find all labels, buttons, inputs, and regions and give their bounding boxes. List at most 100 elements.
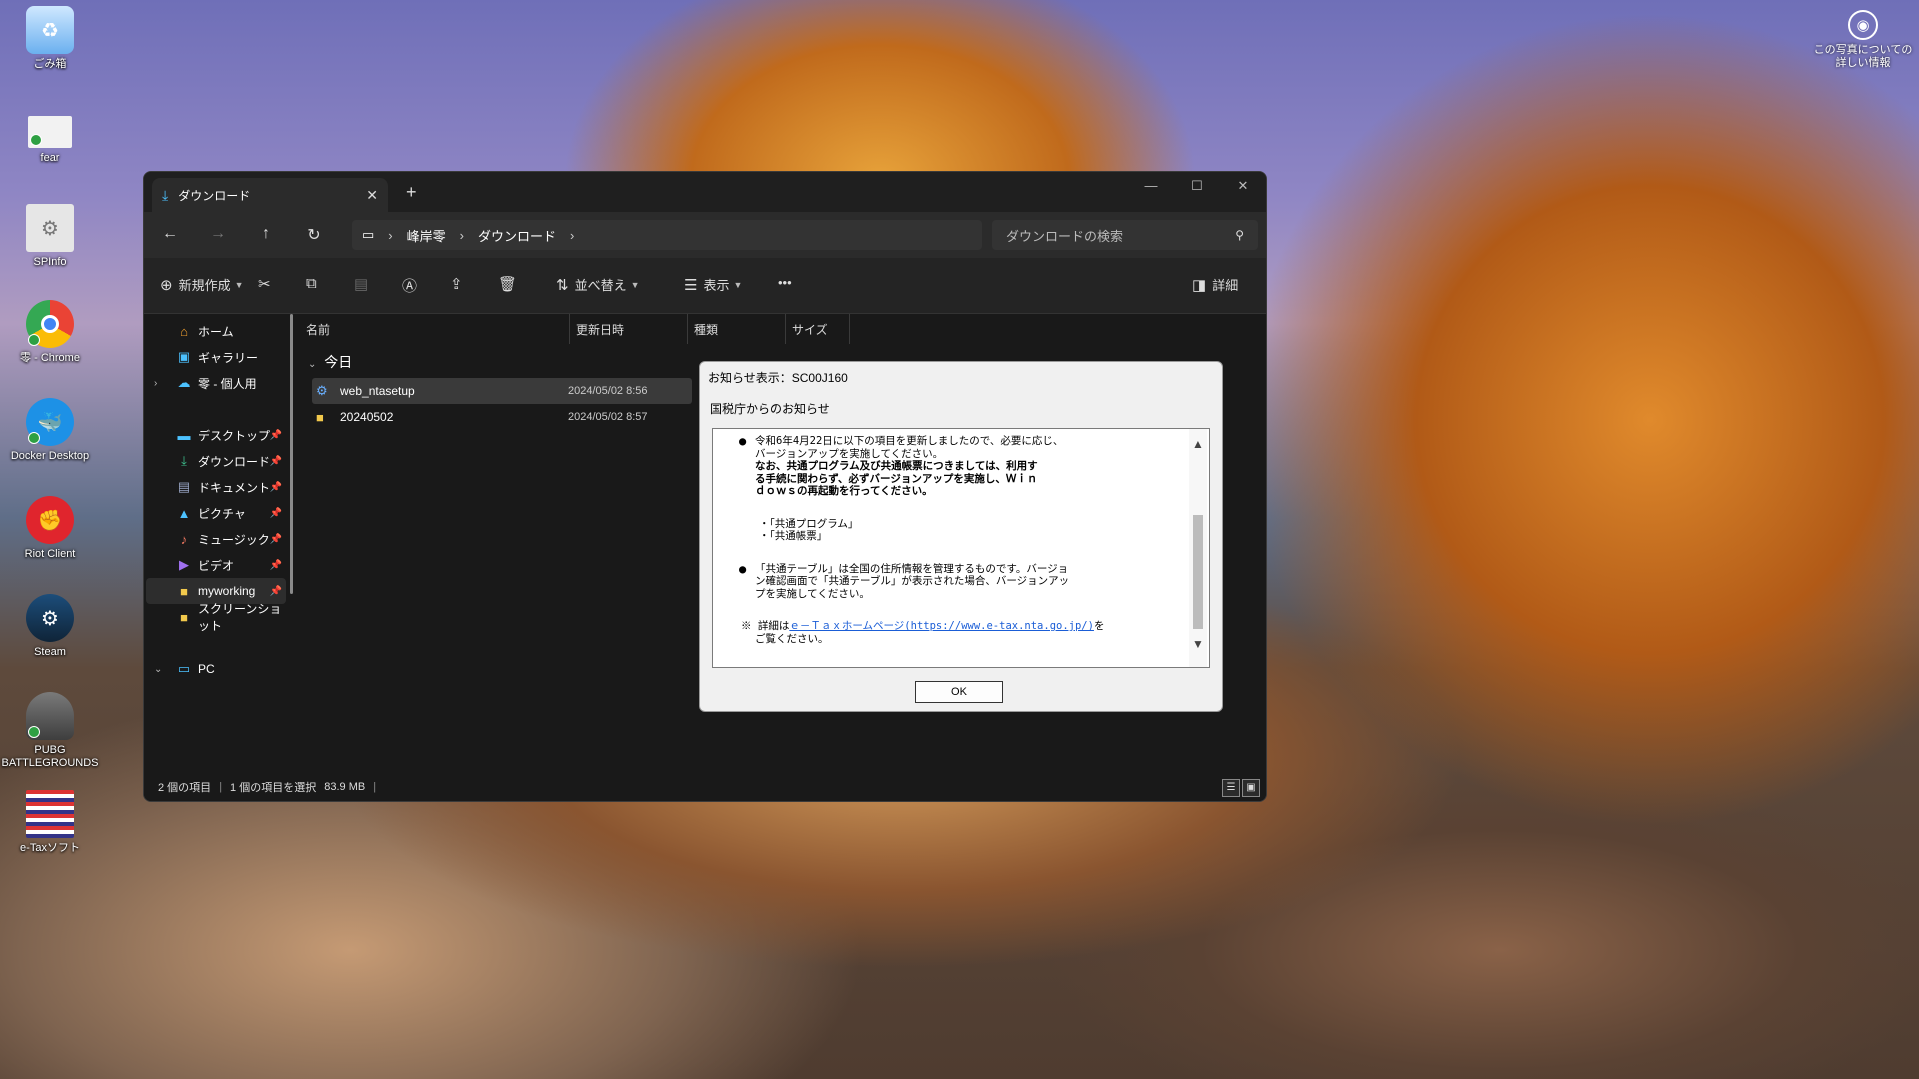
desktop-icon-chrome[interactable]: 零 - Chrome	[6, 300, 94, 380]
scissors-icon: ✂	[258, 276, 271, 293]
column-header-name[interactable]: 名前	[300, 314, 570, 344]
rename-icon: Ⓐ	[402, 278, 418, 295]
address-bar[interactable]: ▭ › 峰岸零 › ダウンロード ›	[352, 220, 982, 250]
plus-circle-icon: ⊕	[160, 276, 173, 294]
desktop-icon-pubg[interactable]: PUBG BATTLEGROUNDS	[2, 692, 99, 772]
sidebar-item-pictures[interactable]: ▲ ピクチャ 📌	[146, 500, 286, 526]
notice-list-item: ・「共通プログラム」	[759, 517, 859, 530]
sidebar-item-pc[interactable]: ⌄ ▭ PC	[146, 656, 286, 682]
sort-button[interactable]: ⇅ 並べ替え ▼	[556, 275, 640, 294]
details-view-button[interactable]: ☰	[1222, 779, 1240, 797]
navigation-bar: ← → ↑ ↻ ▭ › 峰岸零 › ダウンロード › ダウンロードの検索 ⚲	[144, 212, 1266, 258]
desktop-icon-riot[interactable]: ✊ Riot Client	[6, 496, 94, 576]
status-bar: 2 個の項目 | 1 個の項目を選択 83.9 MB | ☰ ▣	[144, 773, 1266, 801]
file-row[interactable]: ⚙ web_ntasetup 2024/05/02 8:56	[312, 378, 692, 404]
trash-icon: 🗑	[498, 276, 518, 293]
maximize-button[interactable]: ☐	[1174, 178, 1220, 194]
view-button[interactable]: ☰ 表示 ▼	[684, 275, 742, 294]
desktop-icon-label: ごみ箱	[33, 58, 67, 70]
desktop-icon-fear[interactable]: fear	[6, 116, 94, 196]
up-button[interactable]: ↑	[254, 225, 278, 243]
chevron-down-icon: ⌄	[308, 359, 317, 370]
forward-button[interactable]: →	[206, 225, 230, 243]
sync-check-icon	[28, 726, 40, 738]
column-header-type[interactable]: 種類	[688, 314, 786, 344]
refresh-button[interactable]: ↻	[302, 225, 326, 245]
details-pane-button[interactable]: ◨ 詳細	[1192, 275, 1238, 294]
sidebar-item-downloads[interactable]: ⤓ ダウンロード 📌	[146, 448, 286, 474]
more-icon: •••	[778, 275, 792, 290]
breadcrumb-downloads[interactable]: ダウンロード	[478, 226, 556, 245]
file-name: web_ntasetup	[340, 384, 415, 398]
tab-downloads[interactable]: ⤓ ダウンロード ✕	[152, 178, 388, 212]
desktop-icon-label: Docker Desktop	[10, 450, 90, 462]
sidebar-label: ミュージック	[198, 532, 270, 547]
sidebar-item-desktop[interactable]: ▬ デスクトップ 📌	[146, 422, 286, 448]
desktop-icon-etax[interactable]: e-Taxソフト	[6, 790, 94, 870]
chevron-right-icon[interactable]: ›	[154, 378, 157, 389]
sidebar-item-videos[interactable]: ▶ ビデオ 📌	[146, 552, 286, 578]
notice-line: ン確認画面で「共通テーブル」が表示された場合、バージョンアッ	[755, 575, 1070, 587]
scroll-thumb[interactable]	[1193, 515, 1203, 629]
divider: |	[373, 781, 377, 793]
desktop-icon-docker[interactable]: 🐳 Docker Desktop	[6, 398, 94, 478]
tiles-view-button[interactable]: ▣	[1242, 779, 1260, 797]
sidebar-label: ビデオ	[198, 558, 235, 573]
photo-info-button[interactable]: ◉ この写真についての詳しい情報	[1810, 10, 1916, 70]
folder-icon: ■	[316, 409, 324, 425]
breadcrumb-user[interactable]: 峰岸零	[407, 226, 446, 245]
notice-text-area[interactable]: ● 令和6年4月22日に以下の項目を更新しましたので、必要に応じ、 バージョンア…	[712, 428, 1210, 668]
note-prefix: ※ 詳細は	[741, 620, 790, 632]
sidebar-item-onedrive[interactable]: › ☁ 零 - 個人用	[146, 370, 286, 396]
note-suffix: を	[1093, 620, 1105, 632]
sidebar-item-home[interactable]: ⌂ ホーム	[146, 318, 286, 344]
ok-button[interactable]: OK	[915, 681, 1003, 703]
notice-line-bold: ｄｏｗｓの再起動を行ってください。	[755, 485, 933, 497]
group-header-today[interactable]: ⌄ 今日	[308, 352, 352, 372]
more-options-button[interactable]: •••	[778, 275, 792, 290]
sidebar-scrollbar[interactable]	[290, 314, 293, 594]
scroll-down-icon[interactable]: ▼	[1192, 637, 1204, 651]
sidebar-label: スクリーンショット	[198, 602, 282, 633]
etax-homepage-link[interactable]: ｅ－Ｔａｘホームページ(https://www.e-tax.nta.go.jp/…	[789, 620, 1094, 632]
group-label: 今日	[324, 354, 353, 370]
bullet-icon: ●	[739, 434, 747, 448]
dialog-scrollbar[interactable]: ▲ ▼	[1189, 429, 1207, 667]
column-header-size[interactable]: サイズ	[786, 314, 850, 344]
back-button[interactable]: ←	[158, 225, 182, 243]
sync-check-icon	[28, 334, 40, 346]
cloud-icon: ☁	[177, 375, 191, 390]
column-header-date[interactable]: 更新日時	[570, 314, 688, 344]
search-input[interactable]: ダウンロードの検索 ⚲	[992, 220, 1258, 250]
sidebar-item-gallery[interactable]: ▣ ギャラリー	[146, 344, 286, 370]
close-window-button[interactable]: ✕	[1220, 178, 1266, 194]
rename-button[interactable]: Ⓐ	[402, 275, 423, 296]
sidebar-item-documents[interactable]: ▤ ドキュメント 📌	[146, 474, 286, 500]
new-tab-button[interactable]: +	[406, 182, 417, 203]
copy-button[interactable]: ⧉	[306, 275, 323, 292]
delete-button[interactable]: 🗑	[498, 275, 523, 293]
camera-info-icon: ◉	[1848, 10, 1878, 40]
file-row[interactable]: ■ 20240502 2024/05/02 8:57	[312, 404, 692, 430]
paste-button[interactable]: ▤	[354, 275, 374, 293]
pin-icon: 📌	[269, 455, 282, 467]
view-lines-icon: ☰	[684, 276, 698, 294]
desktop-icon-recycle-bin[interactable]: ♻ ごみ箱	[6, 6, 94, 86]
minimize-button[interactable]: —	[1128, 178, 1174, 193]
copy-icon: ⧉	[306, 275, 317, 292]
desktop-icon-label: fear	[40, 152, 60, 164]
notice-dialog: お知らせ表示：SC00J160 国税庁からのお知らせ ● 令和6年4月22日に以…	[699, 361, 1223, 712]
desktop-icon-steam[interactable]: ⚙ Steam	[6, 594, 94, 674]
chevron-right-icon: ›	[388, 227, 393, 243]
share-button[interactable]: ⇪	[450, 275, 469, 293]
sidebar-item-music[interactable]: ♪ ミュージック 📌	[146, 526, 286, 552]
notice-line: プを実施してください。	[755, 587, 870, 600]
close-tab-icon[interactable]: ✕	[366, 187, 378, 204]
scroll-up-icon[interactable]: ▲	[1192, 437, 1204, 451]
sidebar-item-screenshots[interactable]: ■ スクリーンショット	[146, 602, 286, 633]
cut-button[interactable]: ✂	[258, 275, 277, 293]
desktop-icon-spinfo[interactable]: ⚙ SPInfo	[6, 204, 94, 284]
chevron-down-icon[interactable]: ⌄	[154, 664, 162, 675]
new-button[interactable]: ⊕ 新規作成 ▼	[160, 275, 244, 294]
item-count: 2 個の項目	[158, 782, 212, 794]
